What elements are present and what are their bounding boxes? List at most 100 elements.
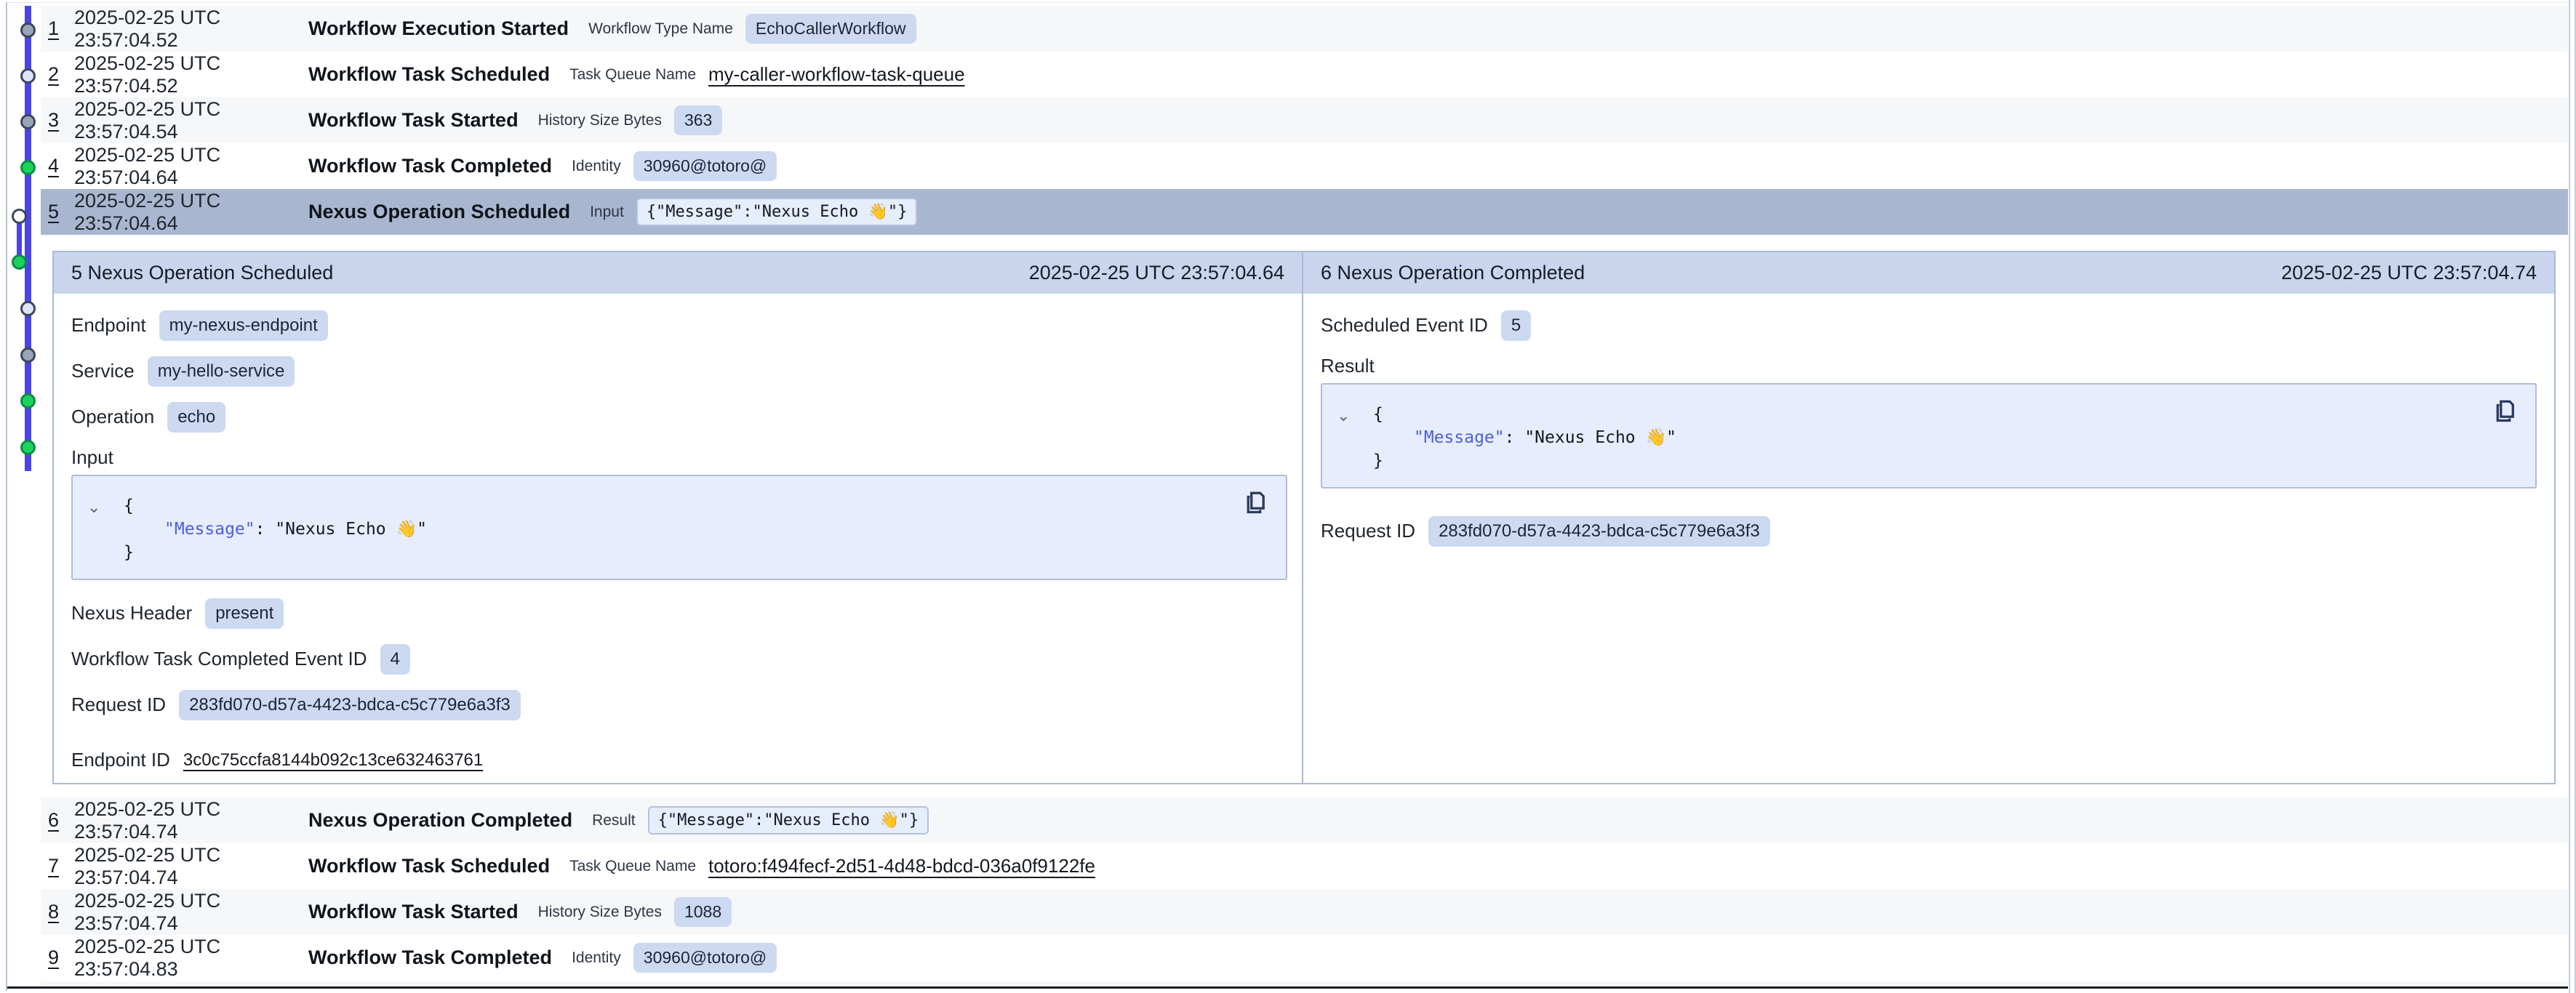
event-id-link[interactable]: 1 xyxy=(48,17,74,40)
json-key: "Message" xyxy=(164,520,255,539)
field-request-id: Request ID 283fd070-d57a-4423-bdca-c5c77… xyxy=(1321,508,2537,554)
event-timestamp: 2025-02-25 UTC 23:57:04.52 xyxy=(74,7,308,52)
timeline-dot-event-8[interactable] xyxy=(20,347,36,363)
event-summary-label: Workflow Type Name xyxy=(588,20,733,38)
event-row-2[interactable]: 2 2025-02-25 UTC 23:57:04.52 Workflow Ta… xyxy=(41,52,2568,97)
event-summary-label: Identity xyxy=(572,949,621,967)
field-label: Endpoint ID xyxy=(71,749,170,771)
timeline-dot-event-1[interactable] xyxy=(20,23,36,38)
field-value-badge: 4 xyxy=(380,644,410,675)
endpoint-id-link[interactable]: 3c0c75ccfa8144b092c13ce632463761 xyxy=(183,750,483,771)
task-queue-link[interactable]: totoro:f494fecf-2d51-4d48-bdcd-036a0f912… xyxy=(708,855,1095,877)
field-label: Service xyxy=(71,360,135,382)
event-name: Nexus Operation Completed xyxy=(308,809,572,832)
field-label: Scheduled Event ID xyxy=(1321,314,1488,337)
event-summary-value: 1088 xyxy=(674,897,732,927)
collapse-chevron-icon[interactable]: ⌄ xyxy=(1337,408,1350,424)
event-timestamp: 2025-02-25 UTC 23:57:04.74 xyxy=(74,890,308,935)
event-row-4[interactable]: 4 2025-02-25 UTC 23:57:04.64 Workflow Ta… xyxy=(41,143,2568,189)
event-row-5-selected[interactable]: 5 2025-02-25 UTC 23:57:04.64 Nexus Opera… xyxy=(41,189,2568,235)
timeline-dot-event-4[interactable] xyxy=(20,160,36,175)
event-row-8[interactable]: 8 2025-02-25 UTC 23:57:04.74 Workflow Ta… xyxy=(41,889,2568,935)
result-json-viewer: ⌄ { "Message": "Nexus Echo 👋" } xyxy=(1321,383,2537,489)
timeline-dot-event-2[interactable] xyxy=(20,68,36,84)
vertical-scrollbar[interactable] xyxy=(2569,0,2576,993)
event-id-link[interactable]: 3 xyxy=(48,109,74,132)
event-detail-panels: 5 Nexus Operation Scheduled 2025-02-25 U… xyxy=(52,251,2556,784)
field-value-badge: my-hello-service xyxy=(148,356,295,387)
timeline-dot-event-7[interactable] xyxy=(20,301,36,316)
event-summary-label: Input xyxy=(590,204,624,221)
field-label: Operation xyxy=(71,406,154,428)
panel-header: 5 Nexus Operation Scheduled 2025-02-25 U… xyxy=(54,252,1302,294)
field-value-badge: 5 xyxy=(1501,310,1531,341)
field-label: Endpoint xyxy=(71,314,146,337)
field-value-badge: present xyxy=(205,598,284,629)
field-nexus-header: Nexus Header present xyxy=(71,590,1284,636)
task-queue-link[interactable]: my-caller-workflow-task-queue xyxy=(708,63,965,86)
event-name: Workflow Task Completed xyxy=(308,155,552,177)
panel-title: 5 Nexus Operation Scheduled xyxy=(71,262,333,284)
field-operation: Operation echo xyxy=(71,394,1284,440)
event-name: Workflow Task Started xyxy=(308,109,519,132)
event-summary-value: 30960@totoro@ xyxy=(633,943,777,973)
timeline-dot-event-5[interactable] xyxy=(12,209,27,224)
event-timestamp: 2025-02-25 UTC 23:57:04.64 xyxy=(74,190,308,235)
event-timestamp: 2025-02-25 UTC 23:57:04.74 xyxy=(74,844,308,889)
event-summary-value: 30960@totoro@ xyxy=(633,151,777,181)
event-name: Workflow Task Scheduled xyxy=(308,63,550,86)
event-timestamp: 2025-02-25 UTC 23:57:04.64 xyxy=(74,144,308,189)
event-summary-label: Identity xyxy=(572,158,621,175)
input-json-viewer: ⌄ { "Message": "Nexus Echo 👋" } xyxy=(71,475,1287,580)
event-summary-json: {"Message":"Nexus Echo 👋"} xyxy=(636,198,918,226)
timeline-dot-event-9[interactable] xyxy=(20,393,36,409)
timeline-dot-event-10[interactable] xyxy=(20,440,36,455)
field-label: Request ID xyxy=(71,694,166,716)
json-open-brace: { xyxy=(1337,403,2535,426)
panel-nexus-operation-completed: 6 Nexus Operation Completed 2025-02-25 U… xyxy=(1303,252,2554,783)
field-input-label: Input xyxy=(71,440,1284,475)
field-result-label: Result xyxy=(1321,348,2537,383)
event-id-link[interactable]: 9 xyxy=(48,946,74,969)
timeline-dot-event-3[interactable] xyxy=(20,114,36,129)
collapse-chevron-icon[interactable]: ⌄ xyxy=(87,499,100,515)
event-id-link[interactable]: 6 xyxy=(48,809,74,832)
next-row-partial xyxy=(41,981,2568,986)
event-timestamp: 2025-02-25 UTC 23:57:04.74 xyxy=(74,798,308,843)
event-row-7[interactable]: 7 2025-02-25 UTC 23:57:04.74 Workflow Ta… xyxy=(41,843,2568,889)
event-timestamp: 2025-02-25 UTC 23:57:04.83 xyxy=(74,936,308,981)
event-row-3[interactable]: 3 2025-02-25 UTC 23:57:04.54 Workflow Ta… xyxy=(41,97,2568,143)
event-row-6[interactable]: 6 2025-02-25 UTC 23:57:04.74 Nexus Opera… xyxy=(41,797,2568,843)
json-line: "Message": "Nexus Echo 👋" xyxy=(87,518,1286,541)
panel-title: 6 Nexus Operation Completed xyxy=(1321,262,1585,284)
timeline-dot-event-6[interactable] xyxy=(12,254,27,270)
event-timestamp: 2025-02-25 UTC 23:57:04.52 xyxy=(74,52,308,97)
panel-timestamp: 2025-02-25 UTC 23:57:04.74 xyxy=(2281,262,2537,284)
timeline-graph xyxy=(0,0,41,509)
json-value: : "Nexus Echo 👋" xyxy=(1505,428,1676,447)
field-value-badge: my-nexus-endpoint xyxy=(159,310,328,341)
event-id-link[interactable]: 2 xyxy=(48,63,74,86)
event-id-link[interactable]: 4 xyxy=(48,155,74,177)
event-id-link[interactable]: 5 xyxy=(48,201,74,223)
event-row-9[interactable]: 9 2025-02-25 UTC 23:57:04.83 Workflow Ta… xyxy=(41,935,2568,981)
panel-nexus-operation-scheduled: 5 Nexus Operation Scheduled 2025-02-25 U… xyxy=(54,252,1303,783)
field-endpoint-id: Endpoint ID 3c0c75ccfa8144b092c13ce63246… xyxy=(71,737,1284,783)
event-id-link[interactable]: 8 xyxy=(48,901,74,923)
field-label: Nexus Header xyxy=(71,602,192,624)
copy-icon[interactable] xyxy=(2492,396,2518,425)
page-top-border xyxy=(6,2,2569,3)
event-summary-label: Result xyxy=(592,812,636,829)
field-label: Workflow Task Completed Event ID xyxy=(71,648,367,670)
copy-icon[interactable] xyxy=(1242,488,1268,517)
event-summary-label: History Size Bytes xyxy=(538,112,662,129)
json-key: "Message" xyxy=(1414,428,1505,447)
json-value: : "Nexus Echo 👋" xyxy=(255,520,427,539)
json-close-brace: } xyxy=(87,541,1286,564)
event-summary-json: {"Message":"Nexus Echo 👋"} xyxy=(648,806,929,835)
event-row-1[interactable]: 1 2025-02-25 UTC 23:57:04.52 Workflow Ex… xyxy=(41,6,2568,52)
workflow-event-history: 1 2025-02-25 UTC 23:57:04.52 Workflow Ex… xyxy=(0,0,2576,993)
field-service: Service my-hello-service xyxy=(71,348,1284,394)
event-name: Nexus Operation Scheduled xyxy=(308,201,570,223)
event-id-link[interactable]: 7 xyxy=(48,855,74,877)
